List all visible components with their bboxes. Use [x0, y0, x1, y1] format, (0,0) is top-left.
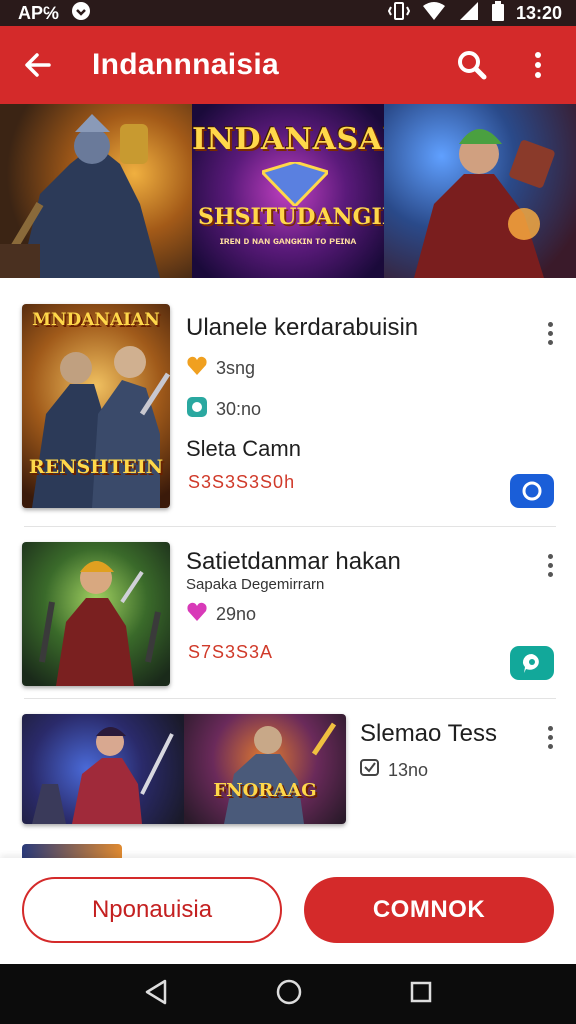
battery-icon [491, 0, 504, 26]
app-bar: Indannnaisia [0, 26, 576, 104]
featured-banner[interactable]: INDANASAI SHSITUDANGIKIN ɪʀᴇɴ ᴅ ɴᴀɴ ɢᴀɴɢ… [0, 104, 576, 278]
reviews-value: 13no [388, 760, 429, 780]
back-icon[interactable] [144, 979, 168, 1010]
item-title: Ulanele kerdarabuisin [186, 314, 419, 341]
recents-icon[interactable] [410, 981, 432, 1008]
heart-icon [186, 602, 208, 627]
more-vert-icon[interactable] [538, 550, 562, 580]
banner-hero-left-image [0, 104, 192, 278]
rating-row: 3sng [186, 356, 255, 381]
item-thumbnail: MNDANAIAN RENSHTEIN [22, 304, 170, 508]
item-price: S3S3S3S0h [188, 472, 296, 492]
divider [24, 526, 556, 527]
more-vert-icon[interactable] [538, 318, 562, 348]
signal-icon [458, 1, 480, 26]
banner-subtitle: SHSITUDANGIKIN [198, 204, 384, 230]
list-item[interactable] [22, 842, 558, 858]
thumbnail-title: FNORAAG [213, 780, 317, 801]
game-list: MNDANAIAN RENSHTEIN Ulanele kerdarabuisi… [0, 286, 576, 858]
banner-tagline: ɪʀᴇɴ ᴅ ɴᴀɴ ɢᴀɴɢᴋɪɴ ᴛᴏ ᴘᴇɪɴᴀ [219, 236, 357, 247]
status-bar: AP℅ 13:20 [0, 0, 576, 26]
bottom-action-bar: Nponauisia COMNOK [0, 858, 576, 964]
status-left-text: AP℅ [18, 2, 59, 23]
status-time: 13:20 [515, 2, 562, 23]
home-icon[interactable] [276, 979, 302, 1010]
circle-icon[interactable] [510, 474, 554, 508]
chat-icon[interactable] [510, 646, 554, 680]
item-thumbnail: FNORAAG [22, 714, 346, 824]
notification-icon [71, 1, 91, 26]
banner-hero-right-image [384, 104, 576, 278]
reviews-row: 13no [360, 758, 428, 783]
banner-title: INDANASAI [192, 122, 384, 157]
more-vert-icon[interactable] [538, 722, 562, 752]
reviews-row: 30:no [186, 396, 261, 423]
chat-icon [360, 758, 380, 783]
item-subtitle: Sapaka Degemirrarn [186, 576, 325, 593]
item-tag: Sleta Camn [186, 436, 301, 461]
rating-row: 29no [186, 602, 256, 627]
item-title: Slemao Tess [360, 720, 497, 747]
vibrate-icon [387, 1, 411, 26]
item-title: Satietdanmar hakan [186, 548, 401, 575]
secondary-button[interactable]: Nponauisia [22, 877, 282, 943]
divider [24, 698, 556, 699]
thumbnail-subtitle: RENSHTEIN [28, 456, 164, 478]
back-arrow-icon[interactable] [18, 45, 58, 85]
heart-icon [186, 356, 208, 381]
list-item[interactable]: Satietdanmar hakan Sapaka Degemirrarn 29… [22, 542, 558, 686]
search-icon[interactable] [452, 45, 492, 85]
reviews-value: 30:no [216, 399, 262, 419]
more-vert-icon[interactable] [518, 45, 558, 85]
primary-button[interactable]: COMNOK [304, 877, 554, 943]
item-thumbnail [22, 542, 170, 686]
chat-icon [186, 396, 208, 423]
item-thumbnail [22, 844, 122, 858]
list-item[interactable]: MNDANAIAN RENSHTEIN Ulanele kerdarabuisi… [22, 304, 558, 510]
list-item[interactable]: FNORAAG Slemao Tess 13no [22, 714, 558, 826]
thumbnail-title: MNDANAIAN [32, 310, 160, 330]
rating-value: 3sng [216, 358, 256, 378]
system-nav-bar [0, 964, 576, 1024]
wifi-icon [422, 1, 446, 26]
app-title: Indannnaisia [92, 48, 279, 81]
banner-title-image: INDANASAI SHSITUDANGIKIN ɪʀᴇɴ ᴅ ɴᴀɴ ɢᴀɴɢ… [192, 104, 384, 278]
item-price: S7S3S3A [188, 642, 274, 662]
rating-value: 29no [216, 604, 257, 624]
